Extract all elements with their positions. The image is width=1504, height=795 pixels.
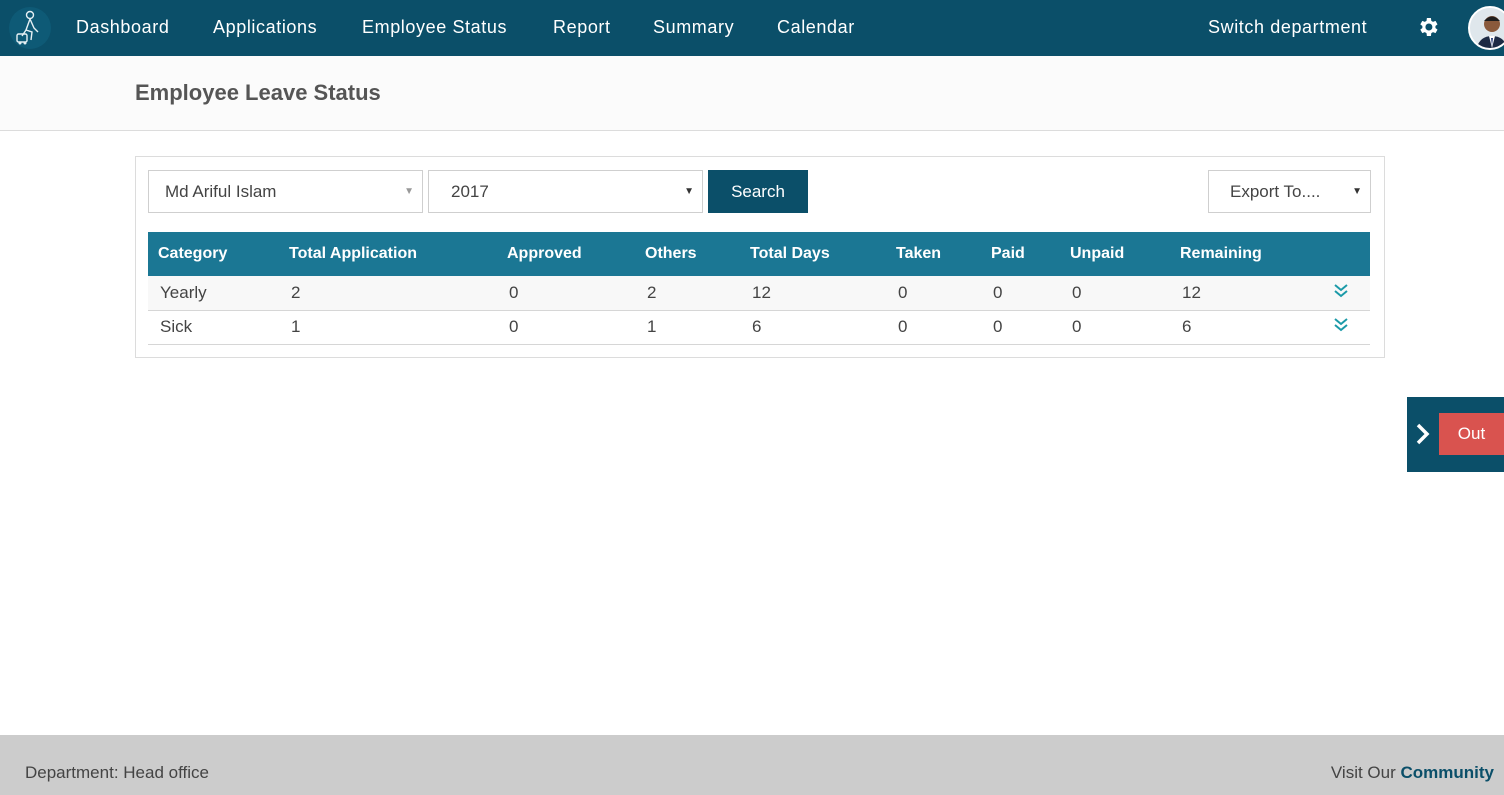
double-chevron-down-icon[interactable] — [1334, 283, 1348, 298]
cell-total-days: 12 — [752, 282, 771, 302]
nav-dashboard[interactable]: Dashboard — [76, 0, 169, 56]
export-select[interactable]: Export To.... ▼ — [1208, 170, 1371, 213]
cell-category: Sick — [160, 317, 193, 336]
cell-category: Yearly — [160, 282, 207, 302]
table-row[interactable]: Yearly 2 0 2 12 0 0 0 12 — [148, 276, 1370, 310]
cell-taken: 0 — [898, 317, 908, 336]
cell-total-application: 1 — [291, 317, 301, 336]
nav-employee-status[interactable]: Employee Status — [362, 0, 507, 56]
cell-others: 1 — [647, 317, 657, 336]
cell-total-days: 6 — [752, 317, 762, 336]
top-navbar: Dashboard Applications Employee Status R… — [0, 0, 1504, 56]
page-title: Employee Leave Status — [135, 80, 381, 105]
chevron-down-icon: ▼ — [404, 186, 414, 197]
avatar[interactable] — [1468, 6, 1504, 50]
expand-cell — [1290, 276, 1370, 310]
cell-remaining: 6 — [1182, 317, 1192, 336]
nav-calendar[interactable]: Calendar — [777, 0, 855, 56]
header-others: Others — [645, 245, 697, 262]
header-remaining: Remaining — [1180, 245, 1262, 262]
cell-taken: 0 — [898, 282, 908, 302]
cell-remaining: 12 — [1182, 282, 1201, 302]
cell-others: 2 — [647, 282, 657, 302]
header-approved: Approved — [507, 245, 582, 262]
cell-approved: 0 — [509, 282, 519, 302]
logo-icon[interactable] — [8, 6, 52, 50]
footer: Department: Head office Visit Our Commun… — [0, 735, 1504, 795]
year-select-value: 2017 — [451, 182, 489, 201]
header-paid: Paid — [991, 245, 1025, 262]
footer-department: Department: Head office — [25, 763, 209, 782]
leave-status-table: Category Total Application Approved Othe… — [148, 232, 1370, 345]
user-avatar-icon — [1470, 8, 1504, 48]
expand-cell — [1290, 310, 1370, 344]
cell-approved: 0 — [509, 317, 519, 336]
switch-department-link[interactable]: Switch department — [1208, 0, 1367, 56]
footer-visit: Visit Our Community — [1331, 763, 1494, 783]
cell-unpaid: 0 — [1072, 282, 1082, 302]
employee-select-value: Md Ariful Islam — [165, 182, 277, 201]
footer-visit-prefix: Visit Our — [1330, 763, 1396, 782]
chevron-down-icon: ▼ — [1352, 186, 1362, 197]
table-row[interactable]: Sick 1 0 1 6 0 0 0 6 — [148, 310, 1370, 344]
page-header: Employee Leave Status — [0, 56, 1504, 131]
chevron-right-icon[interactable] — [1413, 421, 1433, 447]
out-button[interactable]: Out — [1439, 413, 1504, 455]
header-total-days: Total Days — [750, 245, 830, 262]
gear-icon[interactable] — [1416, 15, 1440, 39]
search-button[interactable]: Search — [708, 170, 808, 213]
cell-paid: 0 — [993, 282, 1003, 302]
header-expand — [1290, 232, 1370, 276]
nav-applications[interactable]: Applications — [213, 0, 317, 56]
nav-report[interactable]: Report — [553, 0, 611, 56]
community-link[interactable]: Community — [1401, 763, 1495, 782]
double-chevron-down-icon[interactable] — [1334, 318, 1348, 332]
nav-summary[interactable]: Summary — [653, 0, 734, 56]
cell-unpaid: 0 — [1072, 317, 1082, 336]
header-total-application: Total Application — [289, 245, 417, 262]
employee-select[interactable]: Md Ariful Islam ▼ — [148, 170, 423, 213]
header-category: Category — [158, 245, 228, 262]
side-out-tab: Out — [1407, 397, 1504, 472]
chevron-down-icon: ▼ — [684, 186, 694, 197]
export-select-value: Export To.... — [1230, 182, 1321, 201]
year-select[interactable]: 2017 ▼ — [428, 170, 703, 213]
table-header-row: Category Total Application Approved Othe… — [148, 232, 1370, 276]
leave-status-panel: Md Ariful Islam ▼ 2017 ▼ Search Export T… — [135, 156, 1385, 358]
header-taken: Taken — [896, 245, 942, 262]
header-unpaid: Unpaid — [1070, 245, 1125, 262]
cell-total-application: 2 — [291, 282, 301, 302]
cell-paid: 0 — [993, 317, 1003, 336]
